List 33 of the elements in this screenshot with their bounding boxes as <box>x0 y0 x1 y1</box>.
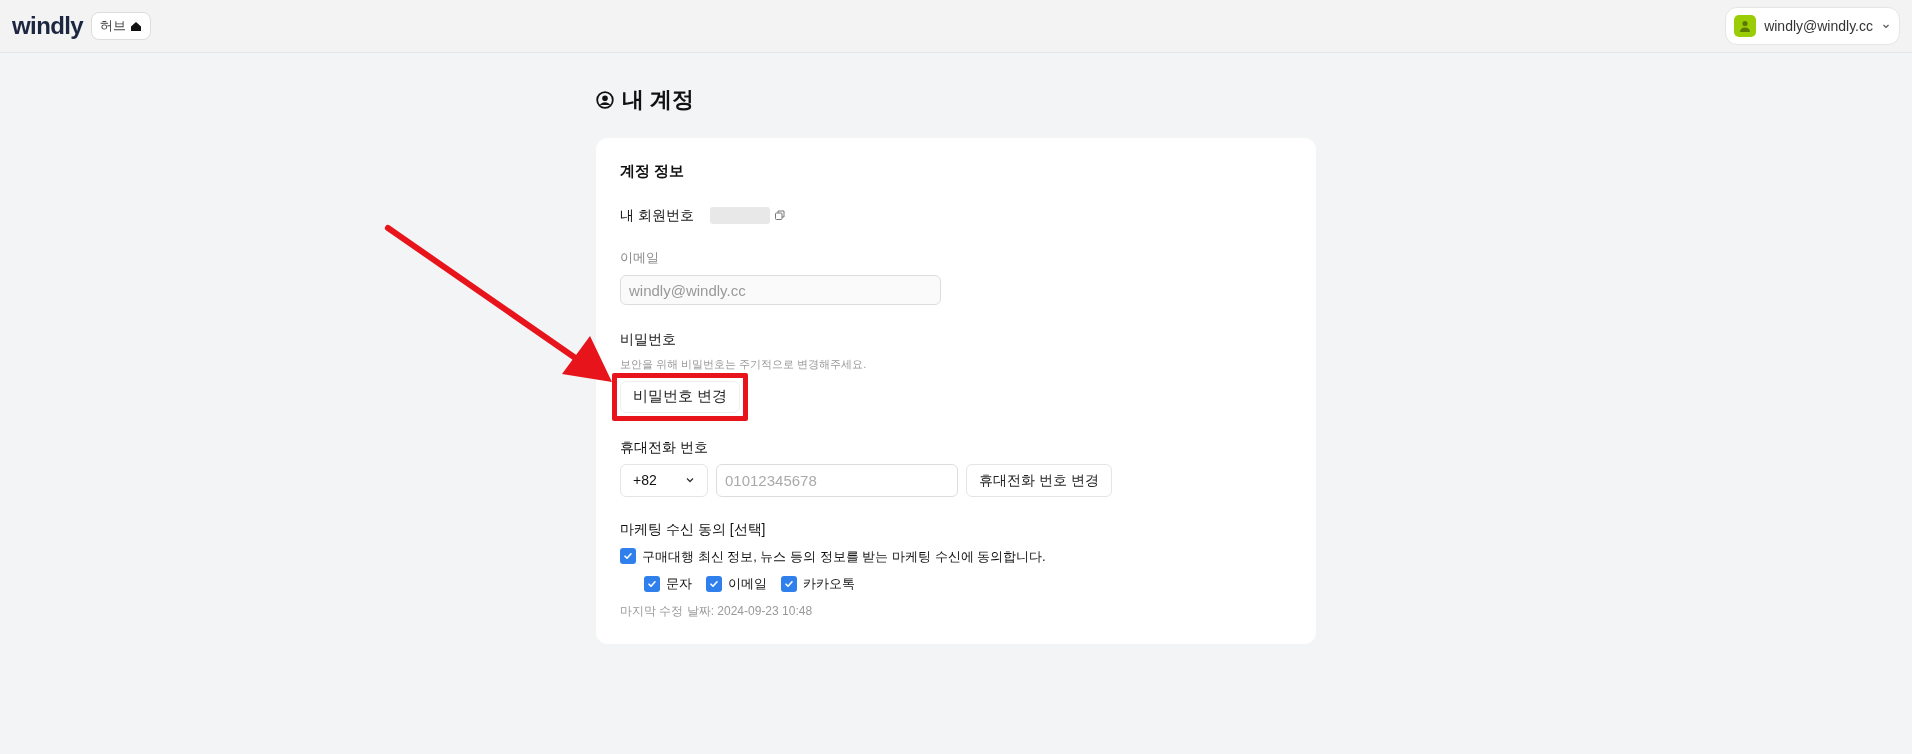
channel-label: 카카오톡 <box>803 575 855 593</box>
chevron-down-icon <box>685 475 695 485</box>
checkmark-icon <box>784 578 794 589</box>
user-circle-icon <box>596 90 614 109</box>
account-menu-button[interactable]: windly@windly.cc <box>1725 7 1900 45</box>
checkmark-icon <box>709 578 719 589</box>
phone-label: 휴대전화 번호 <box>620 437 709 457</box>
channel-label: 이메일 <box>728 575 767 593</box>
page-title: 내 계정 <box>622 86 695 114</box>
password-hint: 보안을 위해 비밀번호는 주기적으로 변경해주세요. <box>620 357 868 372</box>
country-code-select[interactable]: +82 <box>620 463 708 497</box>
home-icon <box>130 20 143 32</box>
card-title: 계정 정보 <box>620 161 686 181</box>
marketing-label: 마케팅 수신 동의 [선택] <box>620 519 767 539</box>
change-phone-button[interactable]: 휴대전화 번호 변경 <box>966 463 1112 497</box>
last-modified-text: 마지막 수정 날짜: 2024-09-23 10:48 <box>620 602 814 620</box>
logo[interactable]: windly <box>12 8 84 44</box>
hub-badge[interactable]: 허브 <box>91 12 152 40</box>
consent-label: 구매대행 최신 정보, 뉴스 등의 정보를 받는 마케팅 수신에 동의합니다. <box>642 547 1046 566</box>
avatar-icon <box>1734 15 1757 37</box>
copy-icon[interactable] <box>773 209 786 221</box>
checkbox[interactable] <box>644 575 660 592</box>
change-password-button[interactable]: 비밀번호 변경 <box>620 380 741 413</box>
checkmark-icon <box>647 578 657 589</box>
phone-field[interactable]: 01012345678 <box>716 463 958 497</box>
password-label: 비밀번호 <box>620 330 677 349</box>
checkbox[interactable] <box>620 548 636 565</box>
member-number-label: 내 회원번호 <box>620 205 694 225</box>
email-label: 이메일 <box>620 248 660 267</box>
checkbox[interactable] <box>706 575 722 592</box>
checkbox[interactable] <box>781 575 797 592</box>
channel-label: 문자 <box>666 575 692 593</box>
checkmark-icon <box>623 551 633 562</box>
